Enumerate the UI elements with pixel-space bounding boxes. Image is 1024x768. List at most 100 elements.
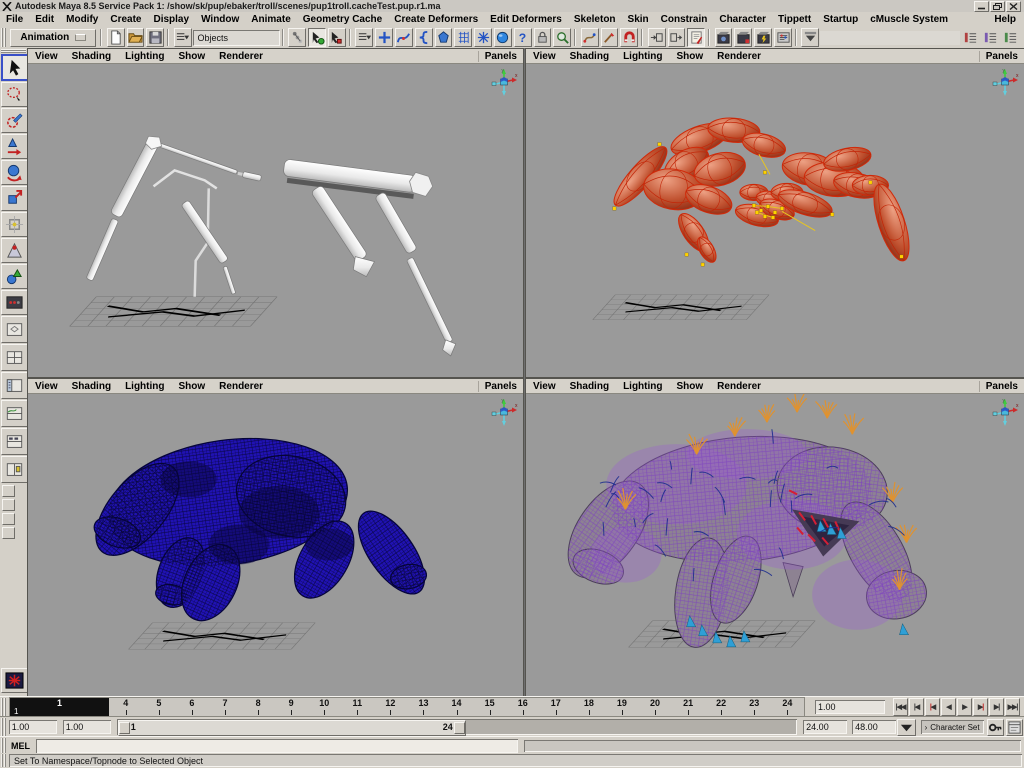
range-start-handle[interactable] <box>119 722 130 734</box>
show-manipulator-tool[interactable] <box>1 264 28 289</box>
go-to-start-button[interactable]: |◀◀ <box>893 698 908 716</box>
panel-menu-lighting[interactable]: Lighting <box>118 381 171 392</box>
menu-edit[interactable]: Edit <box>29 14 60 25</box>
frame-cell-5[interactable]: 5 <box>142 698 175 716</box>
command-line-grip[interactable] <box>1 738 7 753</box>
timeline-playhead[interactable]: 1 1 <box>10 698 109 716</box>
range-end-handle[interactable] <box>454 722 465 734</box>
quick-help-icon[interactable]: ? <box>514 28 532 47</box>
toolbar-grip[interactable] <box>1 28 6 47</box>
step-back-key-button[interactable]: |◀ <box>925 698 940 716</box>
mel-command-input[interactable] <box>36 739 518 753</box>
frame-cell-13[interactable]: 13 <box>407 698 440 716</box>
frame-cell-7[interactable]: 7 <box>208 698 241 716</box>
selection-mask-field[interactable]: Objects <box>193 30 280 46</box>
panel-menu-shading[interactable]: Shading <box>563 51 616 62</box>
frame-cell-19[interactable]: 19 <box>605 698 638 716</box>
menu-edit-deformers[interactable]: Edit Deformers <box>484 14 568 25</box>
play-backwards-button[interactable]: ◀ <box>941 698 956 716</box>
menu-file[interactable]: File <box>0 14 29 25</box>
paint-select-tool[interactable] <box>1 108 28 133</box>
viewport-canvas-skeleton[interactable] <box>28 64 523 377</box>
menu-animate[interactable]: Animate <box>245 14 296 25</box>
uv-persp-layout-button[interactable] <box>1 456 28 483</box>
lasso-select-tool[interactable] <box>1 82 28 107</box>
viewport-canvas-wireframe[interactable] <box>28 394 523 696</box>
file-new-icon[interactable] <box>107 28 125 47</box>
step-forward-key-button[interactable]: ▶| <box>973 698 988 716</box>
quick-selection-field[interactable] <box>820 31 960 45</box>
frame-cell-10[interactable]: 10 <box>308 698 341 716</box>
menu-geometry-cache[interactable]: Geometry Cache <box>297 14 388 25</box>
viewport-canvas-muscles[interactable] <box>526 64 1024 377</box>
auto-keyframe-toggle-icon[interactable] <box>987 719 1004 736</box>
hypergraph-persp-layout-button[interactable] <box>1 428 28 455</box>
current-time-field[interactable] <box>815 700 885 714</box>
rotate-tool[interactable] <box>1 160 28 185</box>
range-dropdown-icon[interactable] <box>897 719 915 736</box>
selection-mask-dropdown-icon[interactable] <box>174 28 192 47</box>
input-connections-icon[interactable] <box>648 28 666 47</box>
snap-mode-dropdown-icon[interactable] <box>355 28 373 47</box>
file-save-icon[interactable] <box>146 28 164 47</box>
snap-plane-icon[interactable] <box>435 28 453 47</box>
menu-character[interactable]: Character <box>713 14 772 25</box>
panel-menu-shading[interactable]: Shading <box>65 51 118 62</box>
menu-set-selector[interactable]: Animation <box>10 29 96 47</box>
go-to-end-button[interactable]: ▶▶| <box>1005 698 1020 716</box>
toggle-tool-settings-icon[interactable] <box>981 29 999 46</box>
frame-cell-17[interactable]: 17 <box>539 698 572 716</box>
panel-menu-renderer[interactable]: Renderer <box>212 381 270 392</box>
menu-skin[interactable]: Skin <box>622 14 655 25</box>
panel-menu-view[interactable]: View <box>526 51 563 62</box>
magnet-snap-icon[interactable] <box>620 28 638 47</box>
snap-grid-icon[interactable] <box>375 28 393 47</box>
panel-menu-view[interactable]: View <box>526 381 563 392</box>
playback-start-field[interactable] <box>63 720 111 734</box>
panel-menu-show[interactable]: Show <box>670 381 711 392</box>
file-open-icon[interactable] <box>127 28 145 47</box>
toolbox-grip[interactable] <box>1 49 26 53</box>
step-forward-frame-button[interactable]: ▶| <box>989 698 1004 716</box>
animation-end-field[interactable] <box>852 720 896 734</box>
menu-create[interactable]: Create <box>104 14 147 25</box>
highlight-selection-icon[interactable] <box>553 28 571 47</box>
universal-manipulator-tool[interactable] <box>1 212 28 237</box>
graph-persp-layout-button[interactable] <box>1 400 28 427</box>
help-line-grip[interactable] <box>1 754 7 767</box>
layout-extra2-button[interactable] <box>2 527 15 539</box>
select-tool[interactable] <box>1 54 30 81</box>
frame-cell-20[interactable]: 20 <box>638 698 671 716</box>
snap-lattice-icon[interactable] <box>454 28 472 47</box>
panel-menu-shading[interactable]: Shading <box>563 381 616 392</box>
time-slider-grip[interactable] <box>1 698 7 716</box>
timeline-ruler[interactable]: 1 1 123456789101112131415161718192021222… <box>9 697 805 717</box>
frame-cell-14[interactable]: 14 <box>440 698 473 716</box>
animation-preferences-icon[interactable] <box>1006 719 1023 736</box>
panels-menu[interactable]: Panels <box>478 381 523 392</box>
close-button[interactable] <box>1006 1 1021 12</box>
snap-point-icon[interactable] <box>415 28 433 47</box>
lock-selection-icon[interactable] <box>534 28 552 47</box>
panel-menu-lighting[interactable]: Lighting <box>616 381 669 392</box>
frame-cell-9[interactable]: 9 <box>275 698 308 716</box>
frame-cell-18[interactable]: 18 <box>572 698 605 716</box>
playback-end-field[interactable] <box>803 720 847 734</box>
play-forwards-button[interactable]: ▶ <box>957 698 972 716</box>
restore-button[interactable] <box>990 1 1005 12</box>
four-pane-layout-button[interactable] <box>1 344 28 371</box>
layout-extra-button[interactable] <box>2 513 15 525</box>
panels-menu[interactable]: Panels <box>979 381 1024 392</box>
snap-curve-icon[interactable] <box>395 28 413 47</box>
open-render-view-icon[interactable] <box>715 28 733 47</box>
make-live-icon[interactable] <box>494 28 512 47</box>
panel-menu-show[interactable]: Show <box>172 381 213 392</box>
move-tool[interactable] <box>1 134 28 159</box>
range-slider-groove[interactable]: 1 24 <box>117 719 797 735</box>
single-pane-layout-button[interactable] <box>1 316 28 343</box>
frame-cell-11[interactable]: 11 <box>341 698 374 716</box>
panel-menu-view[interactable]: View <box>28 51 65 62</box>
toggle-channel-box-icon[interactable] <box>1001 29 1019 46</box>
outliner-persp-layout-button[interactable] <box>1 372 28 399</box>
script-error-icon[interactable] <box>1 668 28 693</box>
